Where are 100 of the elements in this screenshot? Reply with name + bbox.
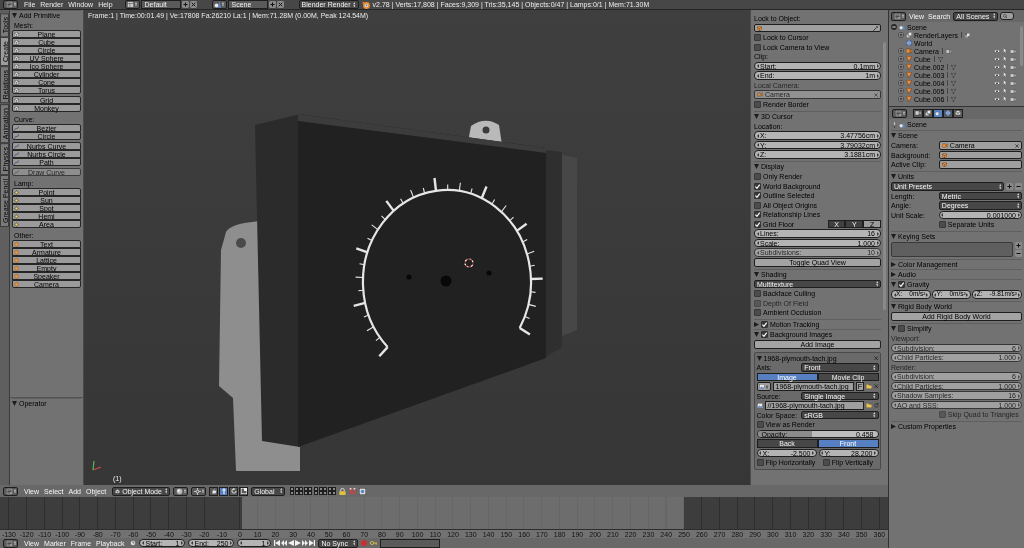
disclosure-triangle-icon[interactable]	[891, 326, 896, 331]
decrement-arrow-icon[interactable]	[941, 213, 944, 217]
folder-icon[interactable]	[866, 384, 872, 389]
disclosure-triangle-icon[interactable]	[891, 304, 896, 309]
close-icon[interactable]	[874, 355, 879, 361]
disclosure-triangle-icon[interactable]	[12, 401, 17, 406]
context-tab[interactable]	[933, 108, 943, 118]
eye-icon[interactable]	[993, 64, 1000, 70]
checkbox[interactable]	[761, 321, 768, 328]
expand-toggle-icon[interactable]	[898, 80, 904, 86]
checkbox[interactable]	[754, 43, 761, 51]
decrement-arrow-icon[interactable]	[934, 292, 936, 297]
pivot-button[interactable]	[191, 486, 207, 496]
disclosure-triangle-icon[interactable]	[891, 272, 896, 277]
lock-icon[interactable]	[339, 487, 347, 495]
keying-set-field[interactable]	[380, 538, 441, 548]
decrement-arrow-icon[interactable]	[141, 541, 144, 545]
checkbox[interactable]	[754, 34, 761, 41]
search-field[interactable]	[1000, 11, 1015, 21]
checkbox[interactable]	[754, 201, 761, 209]
increment-arrow-icon[interactable]	[926, 292, 928, 297]
object-field[interactable]	[938, 160, 1022, 169]
checkbox[interactable]	[754, 211, 761, 218]
disclosure-triangle-icon[interactable]	[754, 322, 759, 327]
editor-type-button[interactable]	[3, 486, 18, 496]
decrement-arrow-icon[interactable]	[239, 541, 242, 545]
manipulator-button[interactable]	[239, 486, 249, 496]
camera-icon[interactable]	[1010, 80, 1016, 86]
expand-toggle-icon[interactable]	[898, 88, 904, 94]
increment-arrow-icon[interactable]	[1017, 213, 1020, 217]
camera-icon[interactable]	[1010, 96, 1016, 102]
eye-icon[interactable]	[993, 80, 1000, 86]
decrement-arrow-icon[interactable]	[756, 143, 759, 147]
eyedropper-icon[interactable]	[873, 25, 878, 31]
disclosure-triangle-icon[interactable]	[891, 234, 896, 239]
pin-icon[interactable]	[892, 121, 897, 128]
editor-type-button[interactable]	[3, 0, 18, 9]
increment-arrow-icon[interactable]	[966, 292, 969, 297]
disclosure-triangle-icon[interactable]	[754, 164, 759, 169]
checkbox[interactable]	[754, 309, 761, 316]
increment-arrow-icon[interactable]	[876, 64, 879, 68]
scene-browse-button[interactable]	[211, 0, 227, 9]
key-icon[interactable]	[370, 540, 378, 546]
checkbox[interactable]	[754, 100, 761, 108]
clock-icon[interactable]	[130, 540, 137, 546]
checkbox[interactable]	[754, 220, 761, 228]
play-icon[interactable]	[295, 540, 302, 546]
play-reverse-icon[interactable]	[288, 540, 295, 546]
decrement-arrow-icon[interactable]	[756, 241, 759, 245]
camera-icon[interactable]	[1010, 88, 1016, 94]
camera-icon[interactable]	[1010, 48, 1016, 54]
increment-arrow-icon[interactable]	[874, 451, 876, 455]
camera-icon[interactable]	[1010, 56, 1016, 62]
layout-browse-button[interactable]	[124, 0, 140, 9]
add-icon[interactable]	[181, 1, 189, 8]
folder-icon[interactable]	[865, 403, 872, 408]
context-tab[interactable]	[953, 108, 963, 118]
object-field[interactable]	[938, 150, 1022, 160]
decrement-arrow-icon[interactable]	[756, 64, 759, 68]
disclosure-triangle-icon[interactable]	[891, 262, 896, 267]
checkbox[interactable]	[898, 325, 905, 332]
remove-icon[interactable]	[1015, 250, 1022, 257]
decrement-arrow-icon[interactable]	[893, 292, 896, 297]
jump-to-end-icon[interactable]	[309, 540, 316, 546]
image-browse-button[interactable]	[756, 382, 771, 391]
close-icon[interactable]	[276, 1, 284, 8]
eye-icon[interactable]	[993, 56, 1000, 62]
camera-icon[interactable]	[1010, 64, 1016, 70]
decrement-arrow-icon[interactable]	[190, 541, 193, 545]
reload-icon[interactable]	[873, 403, 879, 408]
expand-toggle-icon[interactable]	[891, 24, 897, 30]
disclosure-triangle-icon[interactable]	[891, 133, 896, 138]
expand-toggle-icon[interactable]	[898, 96, 904, 102]
previous-keyframe-icon[interactable]	[281, 540, 288, 546]
expand-toggle-icon[interactable]	[898, 48, 904, 54]
disclosure-triangle-icon[interactable]	[754, 332, 759, 337]
eye-icon[interactable]	[993, 72, 1000, 78]
editor-type-button[interactable]	[3, 538, 18, 548]
close-icon[interactable]	[189, 1, 197, 8]
magnet-icon[interactable]	[349, 487, 357, 495]
disclosure-triangle-icon[interactable]	[891, 424, 896, 429]
increment-arrow-icon[interactable]	[1017, 292, 1020, 297]
editor-type-button[interactable]	[892, 108, 907, 118]
decrement-arrow-icon[interactable]	[759, 451, 761, 455]
3d-cursor-icon[interactable]	[462, 256, 476, 270]
increment-arrow-icon[interactable]	[266, 541, 269, 545]
disclosure-triangle-icon[interactable]	[754, 113, 759, 119]
increment-arrow-icon[interactable]	[812, 451, 814, 455]
disclosure-triangle-icon[interactable]	[756, 355, 762, 361]
jump-to-start-icon[interactable]	[274, 540, 281, 546]
decrement-arrow-icon[interactable]	[974, 292, 977, 297]
eye-icon[interactable]	[993, 48, 1000, 54]
framed-circle-icon[interactable]	[359, 487, 367, 495]
manipulator-button[interactable]	[229, 486, 239, 496]
disclosure-triangle-icon[interactable]	[891, 282, 896, 287]
checkbox[interactable]	[756, 421, 764, 428]
disclosure-triangle-icon[interactable]	[754, 271, 759, 277]
disclosure-triangle-icon[interactable]	[12, 13, 17, 18]
expand-toggle-icon[interactable]	[898, 56, 904, 62]
camera-icon[interactable]	[1010, 72, 1016, 78]
